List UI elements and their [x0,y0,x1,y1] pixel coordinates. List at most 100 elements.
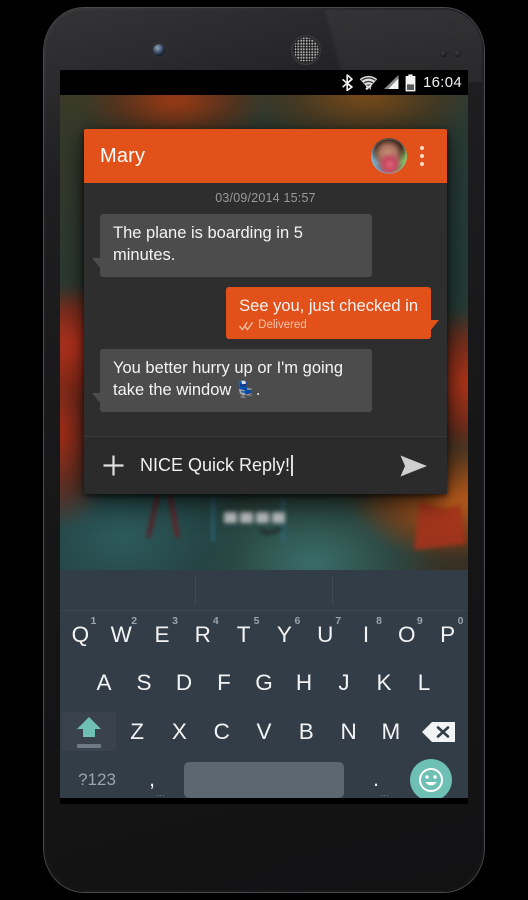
wallpaper-foreground [60,490,468,570]
message-text: You better hurry up or I'm going take th… [113,359,344,400]
light-sensor-icon [454,50,461,57]
suggestion-item[interactable] [331,575,468,605]
key-label: B [298,718,314,744]
key-y[interactable]: 6Y [264,611,305,659]
key-label: T [236,622,251,648]
message-input[interactable]: NICE Quick Reply! [132,455,393,476]
key-m[interactable]: M [370,708,412,756]
phone-screen: 16:04 Mary 03/09/2014 15:57 The plane is… [60,70,468,804]
status-bar-clock: 16:04 [422,74,462,91]
key-label: Y [276,622,292,648]
key-b[interactable]: B [285,708,327,756]
keyboard-row-space: ?123 , ... . ... [60,756,468,804]
delivery-status: Delivered [239,318,418,333]
key-subhint: ... [380,789,390,798]
front-camera-icon [153,44,165,56]
key-w[interactable]: 2W [101,611,142,659]
key-label: V [256,718,272,744]
key-label: H [295,670,313,696]
key-o[interactable]: 9O [386,611,427,659]
key-label: C [213,718,230,744]
plus-glyph [103,455,123,476]
seat-emoji: 💺 [235,382,256,400]
key-label: S [136,670,152,696]
message-list[interactable]: 03/09/2014 15:57 The plane is boarding i… [84,183,447,436]
on-screen-keyboard[interactable]: 1Q 2W 3E 4R 5T 6Y 7U 8I 9O 0P A S D F G … [60,570,468,804]
proximity-sensor-icon [440,50,447,57]
emoji-button-circle [410,758,452,801]
key-g[interactable]: G [244,659,284,707]
message-text: See you, just checked in [239,296,418,315]
key-u[interactable]: 7U [305,611,346,659]
battery-icon [405,73,416,91]
period-key[interactable]: . ... [352,756,400,804]
wallpaper-shapes [147,490,466,550]
key-label: , [149,767,155,791]
key-r[interactable]: 4R [182,611,223,659]
key-label: Z [130,718,145,744]
suggestion-strip[interactable] [60,570,468,611]
key-x[interactable]: X [158,708,200,756]
key-hint: 8 [376,615,382,627]
key-subhint: ... [156,789,166,798]
shift-arrow-icon [77,717,102,738]
incoming-message-bubble[interactable]: The plane is boarding in 5 minutes. [92,214,372,277]
key-label: . [373,767,379,791]
send-icon[interactable] [393,446,435,486]
key-t[interactable]: 5T [223,611,264,659]
text-caret [291,455,293,476]
outgoing-message-bubble[interactable]: See you, just checked in Delivered [226,286,439,340]
shift-key[interactable] [62,712,116,752]
overflow-dot [420,146,424,150]
key-p[interactable]: 0P [427,611,468,659]
delivery-status-label: Delivered [258,319,307,332]
key-a[interactable]: A [84,659,124,707]
comma-key[interactable]: , ... [128,756,176,804]
key-label: R [194,622,211,648]
key-c[interactable]: C [201,708,243,756]
key-label: J [338,670,350,696]
key-z[interactable]: Z [116,708,158,756]
key-hint: 7 [335,615,342,627]
suggestion-item[interactable] [195,575,331,605]
key-f[interactable]: F [204,659,244,707]
cellular-signal-icon [383,75,399,89]
key-l[interactable]: L [404,659,444,707]
key-i[interactable]: 8I [346,611,387,659]
key-n[interactable]: N [327,708,369,756]
status-bar: 16:04 [60,70,468,95]
key-label: N [340,718,357,744]
key-k[interactable]: K [364,659,404,707]
key-v[interactable]: V [243,708,285,756]
suggestion-item[interactable] [60,576,195,605]
key-hint: 2 [131,615,138,627]
keyboard-row-home: A S D F G H J K L [60,659,468,707]
key-label: E [154,622,170,648]
key-label: X [171,718,187,744]
key-q[interactable]: 1Q [60,611,101,659]
key-label: D [175,670,193,696]
dialog-header: Mary [84,129,447,183]
key-label: A [96,670,112,696]
emoji-key[interactable] [400,758,462,801]
overflow-menu-icon[interactable] [407,137,437,175]
caps-lock-indicator [77,744,102,749]
key-d[interactable]: D [164,659,204,707]
message-row: The plane is boarding in 5 minutes. [92,214,437,277]
space-key[interactable] [184,761,344,798]
backspace-key[interactable] [412,719,466,745]
key-s[interactable]: S [124,659,164,707]
bluetooth-icon [342,74,353,91]
symbols-key[interactable]: ?123 [66,756,128,804]
avatar[interactable] [371,138,407,174]
key-j[interactable]: J [324,659,364,707]
key-label: W [110,622,132,648]
key-e[interactable]: 3E [142,611,183,659]
key-h[interactable]: H [284,659,324,707]
incoming-message-bubble[interactable]: You better hurry up or I'm going take th… [92,349,372,412]
key-hint: 6 [294,615,301,627]
plus-icon[interactable] [94,447,132,485]
quick-reply-dialog: Mary 03/09/2014 15:57 The plane is board… [84,129,447,494]
contact-name-title: Mary [100,144,146,167]
key-hint: 4 [212,615,219,627]
